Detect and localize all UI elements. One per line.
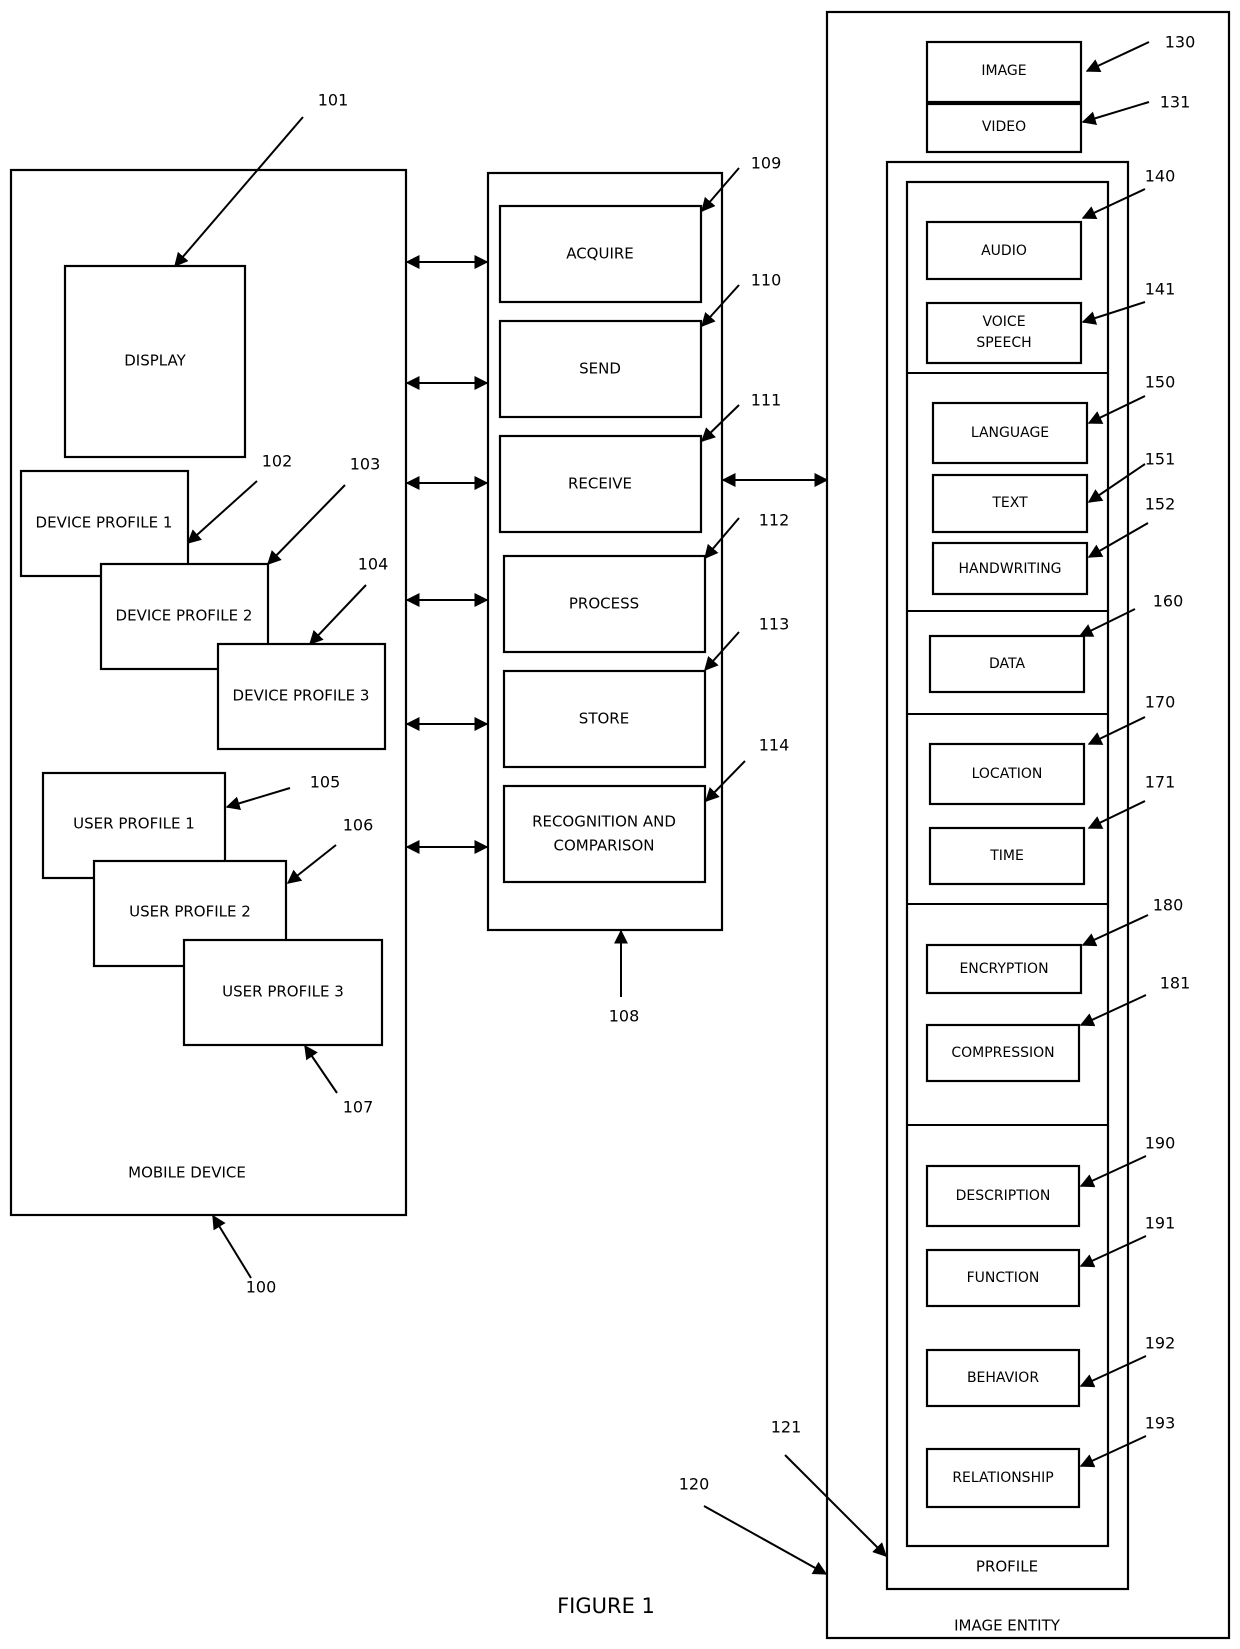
voice-speech-box (925, 301, 1083, 365)
ref-108: 108 (609, 1007, 640, 1026)
mobile-device: MOBILE DEVICE DISPLAY DEVICE PROFILE 1 D… (9, 91, 408, 1297)
ref-151: 151 (1145, 450, 1176, 469)
image-label: IMAGE (981, 63, 1026, 79)
ref-191: 191 (1145, 1214, 1176, 1233)
ref-190: 190 (1145, 1134, 1176, 1153)
ref-102: 102 (262, 452, 293, 471)
ref-106: 106 (343, 816, 374, 835)
recognition-label-line1: RECOGNITION AND (532, 813, 676, 831)
location-label: LOCATION (972, 766, 1043, 782)
ref-181: 181 (1160, 974, 1191, 993)
language-label: LANGUAGE (971, 425, 1049, 441)
ref-104: 104 (358, 555, 389, 574)
store-label: STORE (579, 710, 629, 728)
recognition-comparison-box (502, 784, 707, 884)
receive-label: RECEIVE (568, 475, 632, 493)
ref-131: 131 (1160, 93, 1191, 112)
ref-arrow-120 (703, 1505, 828, 1575)
ref-114: 114 (759, 736, 790, 755)
device-profile-2-label: DEVICE PROFILE 2 (116, 607, 253, 625)
voice-label: VOICE (982, 314, 1025, 330)
ref-141: 141 (1145, 280, 1176, 299)
image-entity: IMAGE ENTITY IMAGE VIDEO 130 131 PROFILE… (679, 10, 1231, 1640)
behavior-label: BEHAVIOR (967, 1370, 1039, 1386)
process-label: PROCESS (569, 595, 639, 613)
time-label: TIME (989, 848, 1024, 864)
ref-192: 192 (1145, 1334, 1176, 1353)
image-entity-label: IMAGE ENTITY (954, 1617, 1061, 1635)
figure-caption: FIGURE 1 (557, 1594, 655, 1618)
patent-diagram: MOBILE DEVICE DISPLAY DEVICE PROFILE 1 D… (9, 10, 1231, 1640)
relationship-label: RELATIONSHIP (952, 1470, 1053, 1486)
ref-109: 109 (751, 154, 782, 173)
ref-171: 171 (1145, 773, 1176, 792)
ref-152: 152 (1145, 495, 1176, 514)
ref-101: 101 (318, 91, 349, 110)
ref-103: 103 (350, 455, 381, 474)
speech-label: SPEECH (976, 335, 1031, 351)
function-label: FUNCTION (967, 1270, 1040, 1286)
ref-arrow-100 (212, 1214, 252, 1279)
profile-label: PROFILE (976, 1558, 1038, 1576)
ref-180: 180 (1153, 896, 1184, 915)
description-label: DESCRIPTION (956, 1188, 1051, 1204)
data-label: DATA (989, 656, 1025, 672)
ref-160: 160 (1153, 592, 1184, 611)
audio-label: AUDIO (981, 243, 1027, 259)
processor: ACQUIRE SEND RECEIVE PROCESS STORE RECOG… (486, 154, 790, 1026)
user-profile-3-label: USER PROFILE 3 (222, 983, 344, 1001)
ref-121: 121 (771, 1418, 802, 1437)
ref-112: 112 (759, 511, 790, 530)
ref-110: 110 (751, 271, 782, 290)
recognition-label-line2: COMPARISON (554, 837, 655, 855)
mobile-device-label: MOBILE DEVICE (128, 1164, 246, 1182)
ref-111: 111 (751, 391, 782, 410)
display-label: DISPLAY (124, 352, 186, 370)
video-label: VIDEO (982, 119, 1026, 135)
device-profile-1-label: DEVICE PROFILE 1 (36, 514, 173, 532)
compression-label: COMPRESSION (951, 1045, 1054, 1061)
handwriting-label: HANDWRITING (958, 561, 1061, 577)
device-profile-3-label: DEVICE PROFILE 3 (233, 687, 370, 705)
ref-105: 105 (310, 773, 341, 792)
ref-193: 193 (1145, 1414, 1176, 1433)
ref-100: 100 (246, 1278, 277, 1297)
ref-113: 113 (759, 615, 790, 634)
acquire-label: ACQUIRE (566, 245, 634, 263)
text-label: TEXT (991, 495, 1028, 511)
ref-150: 150 (1145, 373, 1176, 392)
ref-140: 140 (1145, 167, 1176, 186)
send-label: SEND (579, 360, 621, 378)
ref-130: 130 (1165, 33, 1196, 52)
user-profile-1-label: USER PROFILE 1 (73, 815, 195, 833)
encryption-label: ENCRYPTION (959, 961, 1048, 977)
ref-170: 170 (1145, 693, 1176, 712)
ref-120: 120 (679, 1475, 710, 1494)
ref-107: 107 (343, 1098, 374, 1117)
user-profile-2-label: USER PROFILE 2 (129, 903, 251, 921)
